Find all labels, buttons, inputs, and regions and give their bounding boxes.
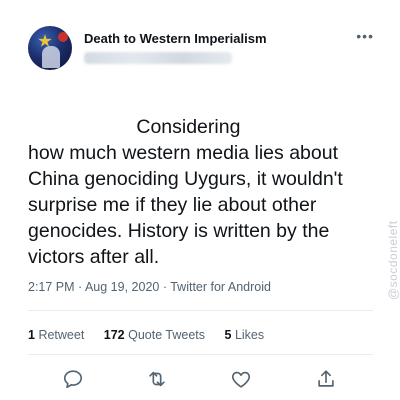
tweet-actions [28,366,373,394]
avatar-red-dot [58,32,68,42]
avatar[interactable] [28,26,72,70]
like-button[interactable] [230,368,254,392]
likes-stat[interactable]: 5 Likes [225,328,265,342]
like-icon [231,371,251,388]
retweets-label: Retweet [38,328,85,342]
avatar-figure [42,46,60,68]
tweet-timestamp-source[interactable]: 2:17 PM · Aug 19, 2020 · Twitter for And… [28,280,271,294]
retweets-count: 1 [28,328,35,342]
retweets-stat[interactable]: 1 Retweet [28,328,84,342]
divider [28,310,373,311]
retweet-button[interactable] [146,368,170,392]
reply-icon [63,370,83,389]
quote-tweets-label: Quote Tweets [128,328,206,342]
tweet-text: Considering how much western media lies … [28,116,343,268]
tweet-header: Death to Western Imperialism ••• [28,26,378,72]
reply-button[interactable] [62,368,86,392]
share-button[interactable] [315,368,339,392]
author-handle-blurred[interactable] [84,52,232,64]
tweet-stats: 1 Retweet 172 Quote Tweets 5 Likes [28,328,280,342]
tweet-card: Death to Western Imperialism ••• Conside… [0,0,400,400]
quote-tweets-stat[interactable]: 172 Quote Tweets [104,328,205,342]
likes-label: Likes [234,328,265,342]
more-options-icon[interactable]: ••• [356,28,374,44]
retweet-icon [149,371,165,387]
watermark: @socdoneleft [386,220,400,300]
divider [28,354,373,355]
author-display-name[interactable]: Death to Western Imperialism [84,31,267,46]
quote-tweets-count: 172 [103,328,125,342]
likes-count: 5 [224,328,232,342]
share-icon [318,370,334,387]
